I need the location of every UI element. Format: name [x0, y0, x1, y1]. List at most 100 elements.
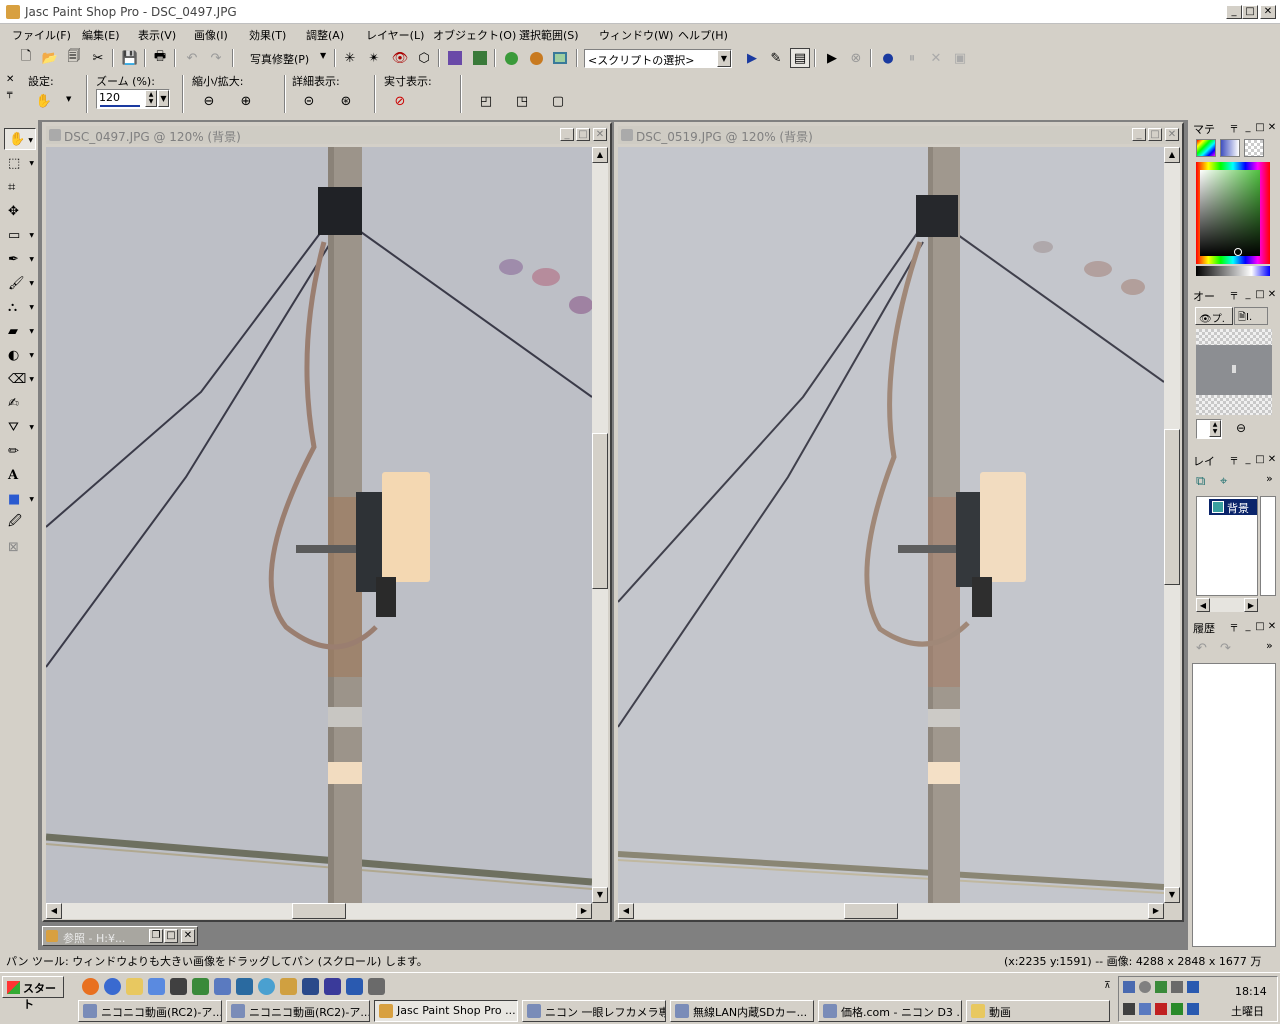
scroll-thumb[interactable] [292, 903, 346, 919]
app-icon[interactable] [214, 978, 231, 995]
script-select[interactable]: <スクリプトの選択> ▼ [584, 49, 732, 68]
eraser-tool-icon[interactable]: ⌫ ▼ [4, 368, 36, 390]
network-icon[interactable] [258, 978, 275, 995]
picture-frame-icon[interactable] [550, 48, 570, 68]
print-icon[interactable]: 🖶 [150, 48, 170, 68]
tray-icon[interactable] [1155, 981, 1167, 993]
flood-fill-icon[interactable]: ⛛ ▼ [4, 416, 36, 438]
one-step-fix-icon[interactable]: ✳ [340, 48, 360, 68]
palette-close-button[interactable]: ✕ [1266, 122, 1278, 134]
excel-icon[interactable] [192, 978, 209, 995]
selection-tool-icon[interactable]: ⬚ ▼ [4, 152, 36, 174]
menu-window[interactable]: ウィンドウ(W) [599, 27, 673, 43]
task-paint-shop-pro[interactable]: Jasc Paint Shop Pro ... [374, 1000, 518, 1022]
document-1-titlebar[interactable]: DSC_0497.JPG @ 120% (背景) _ □ ✕ [46, 126, 608, 144]
dodge-tool-icon[interactable]: ◐ ▼ [4, 344, 36, 366]
menu-file[interactable]: ファイル(F) [12, 27, 71, 43]
menu-layers[interactable]: レイヤー(L) [366, 27, 424, 43]
start-button[interactable]: スタート [2, 976, 64, 1011]
palette-close-button[interactable]: ✕ [1266, 289, 1278, 301]
menu-edit[interactable]: 編集(E) [82, 27, 120, 43]
crop-tool-icon[interactable]: ⌗ [4, 176, 36, 198]
more-icon[interactable]: » [1266, 639, 1273, 652]
task-nikon[interactable]: ニコン 一眼レフカメラ専... [522, 1000, 666, 1022]
text-tool-icon[interactable]: A [4, 464, 36, 486]
overview-thumbnail[interactable] [1196, 329, 1272, 415]
new-layer-icon[interactable]: ⧉ [1196, 474, 1205, 489]
zoom-spinner[interactable]: ▲ ▼ [145, 90, 157, 107]
clone-brush-icon[interactable]: ⛬ ▼ [4, 296, 36, 318]
chevron-down-icon[interactable]: ▼ [320, 51, 326, 60]
red-eye-icon[interactable]: 👁 [390, 48, 410, 68]
tray-icon[interactable] [1123, 981, 1135, 993]
doc-maximize-button[interactable]: □ [576, 128, 590, 141]
dropper-tool-icon[interactable]: ✒ ▼ [4, 248, 36, 270]
cancel-record-icon[interactable]: ✕ [926, 48, 946, 68]
maximize-button[interactable]: □ [1242, 5, 1258, 19]
tray-expand-icon[interactable]: ⊼ [1104, 981, 1111, 991]
stop-script-icon[interactable]: ⊗ [846, 48, 866, 68]
zoom-out-icon[interactable]: ⊖ [1236, 421, 1246, 435]
palette-minimize-button[interactable]: _ [1242, 122, 1254, 134]
minimized-document[interactable]: 参照 - H:¥... ❐ □ ✕ [42, 926, 198, 946]
task-nicovideo-1[interactable]: ニコニコ動画(RC2)-ア... [78, 1000, 222, 1022]
palette-maximize-button[interactable]: □ [1254, 289, 1266, 301]
save-icon[interactable]: 💾 [120, 48, 140, 68]
scroll-thumb[interactable] [844, 903, 898, 919]
edit-script-icon[interactable]: ✎ [766, 48, 786, 68]
image-canvas-1[interactable] [46, 147, 592, 903]
scratch-remover-icon[interactable]: ▰ ▼ [4, 320, 36, 342]
brush-variance-icon[interactable]: 🖉 [4, 512, 36, 534]
actual-size-icon[interactable]: ⊘ [390, 91, 410, 111]
chevron-down-icon[interactable]: ▼ [717, 50, 731, 67]
menu-objects[interactable]: オブジェクト(O) [433, 27, 516, 43]
pan-tool-icon[interactable]: ✋ ▼ [4, 128, 36, 150]
undo-icon[interactable]: ↶ [1196, 641, 1207, 656]
pin-icon[interactable]: ╤ [1228, 454, 1240, 466]
browse-icon[interactable]: 🗐 [64, 48, 84, 68]
app-icon[interactable] [368, 978, 385, 995]
zoom-in-icon[interactable]: ⊕ [236, 91, 256, 111]
doc-minimize-button[interactable]: _ [560, 128, 574, 141]
scroll-up-button[interactable]: ▲ [592, 147, 608, 163]
zoom-in-more-icon[interactable]: ⊛ [336, 91, 356, 111]
image-canvas-2[interactable] [618, 147, 1164, 903]
scroll-left-button[interactable]: ◀ [618, 903, 634, 919]
firefox-icon[interactable] [82, 978, 99, 995]
scroll-down-button[interactable]: ▼ [1164, 887, 1180, 903]
picture-tube-icon[interactable]: ✍ [4, 392, 36, 414]
scroll-thumb[interactable] [1164, 429, 1180, 585]
open-icon[interactable]: 📂 [40, 48, 60, 68]
palette-minimize-button[interactable]: _ [1242, 621, 1254, 633]
tab-preview[interactable]: 👁プ. [1195, 307, 1233, 325]
rainbow-tab[interactable] [1196, 139, 1216, 157]
cut-icon[interactable]: ✂ [88, 48, 108, 68]
doc-maximize-button[interactable]: □ [164, 929, 178, 943]
menu-adjust[interactable]: 調整(A) [306, 27, 344, 43]
pan-preset-icon[interactable]: ✋ [34, 91, 54, 111]
doc-close-button[interactable]: ✕ [593, 128, 607, 141]
tray-icon[interactable] [1139, 1003, 1151, 1015]
shape-tool-icon[interactable]: ■ ▼ [4, 488, 36, 510]
tray-icon[interactable] [1139, 981, 1151, 993]
horizontal-scrollbar-2[interactable]: ◀ ▶ [618, 903, 1164, 919]
image-icon[interactable] [470, 48, 490, 68]
menu-view[interactable]: 表示(V) [138, 27, 176, 43]
redo-icon[interactable]: ↷ [206, 48, 226, 68]
clarify-icon[interactable]: ✴ [364, 48, 384, 68]
menu-selections[interactable]: 選択範囲(S) [519, 27, 579, 43]
task-kakaku[interactable]: 価格.com - ニコン D3 ... [818, 1000, 962, 1022]
minimize-button[interactable]: _ [1226, 5, 1242, 19]
zoom-out-more-icon[interactable]: ⊝ [299, 91, 319, 111]
word-icon[interactable] [346, 978, 363, 995]
zoom-out-icon[interactable]: ⊖ [199, 91, 219, 111]
fit-window-icon[interactable]: ◰ [476, 91, 496, 111]
full-screen-icon[interactable]: ▢ [548, 91, 568, 111]
horizontal-scrollbar-1[interactable]: ◀ ▶ [46, 903, 592, 919]
spinner-arrows[interactable]: ▲ ▼ [1209, 420, 1221, 437]
scroll-left-button[interactable]: ◀ [46, 903, 62, 919]
swatch-tab[interactable] [1220, 139, 1240, 157]
paint-brush-icon[interactable]: 🖌 ▼ [4, 272, 36, 294]
pin-icon[interactable]: ╤ [1228, 289, 1240, 301]
document-2-titlebar[interactable]: DSC_0519.JPG @ 120% (背景) _ □ ✕ [618, 126, 1180, 144]
